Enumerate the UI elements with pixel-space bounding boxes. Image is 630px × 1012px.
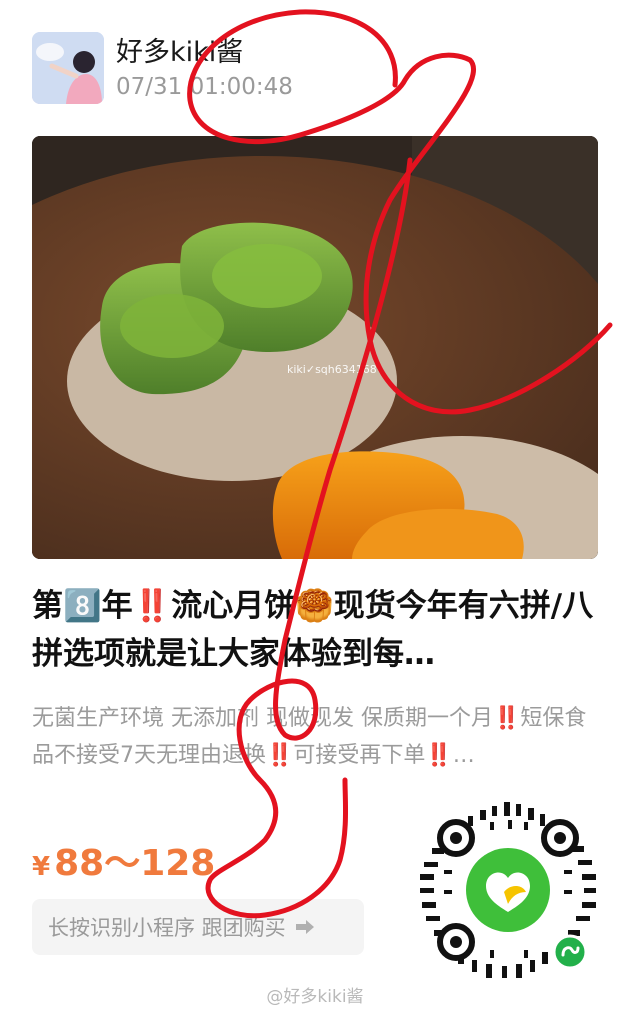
product-image[interactable]: kiki✓sqh634168 [32, 136, 598, 559]
price: ¥88～128 [32, 834, 215, 886]
long-press-label: 长按识别小程序 跟团购买 [48, 916, 286, 940]
post-timestamp: 07/31 01:00:48 [116, 74, 293, 100]
share-arrow-icon [294, 919, 316, 935]
price-range: 88～128 [54, 843, 216, 884]
weibo-watermark: @好多kiki酱 [266, 987, 364, 1007]
avatar[interactable] [32, 32, 104, 104]
product-description: 无菌生产环境 无添加剂 现做现发 保质期一个月‼️短保食品不接受7天无理由退换‼… [32, 706, 587, 768]
price-symbol: ¥ [32, 852, 51, 882]
long-press-buy-button[interactable]: 长按识别小程序 跟团购买 [32, 899, 364, 955]
username: 好多kiki酱 [116, 37, 244, 68]
product-title[interactable]: 第8️⃣年‼️流心月饼🥮现货今年有六拼/八拼选项就是让大家体验到每… [32, 582, 598, 678]
image-watermark: kiki✓sqh634168 [287, 363, 377, 376]
mini-program-qr-code[interactable] [418, 800, 598, 980]
